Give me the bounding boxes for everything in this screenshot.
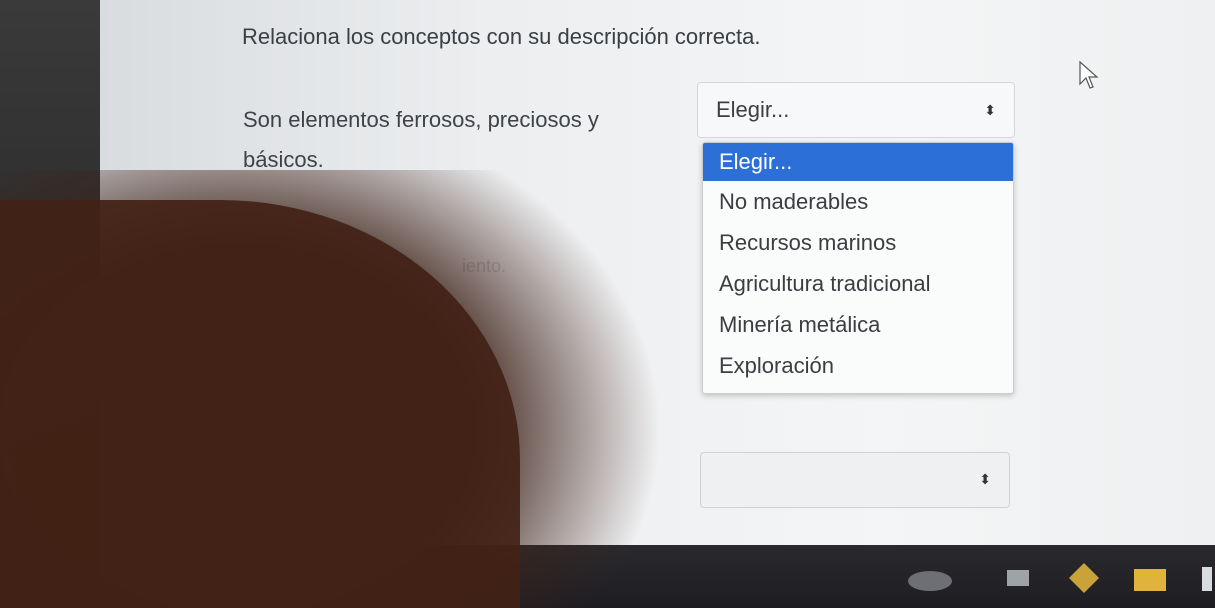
concept-description: Son elementos ferrosos, preciosos y bási…	[243, 107, 599, 172]
select-value: Elegir...	[716, 97, 790, 122]
option-elegir[interactable]: Elegir...	[703, 143, 1013, 181]
answer-select[interactable]: Elegir... ⬍	[697, 82, 1015, 138]
obscured-text: iento.	[462, 256, 507, 276]
window-icon	[1007, 570, 1029, 586]
monitor-bezel	[0, 0, 100, 608]
answer-select-2[interactable]: ⬍	[700, 452, 1010, 508]
mouse-cursor-icon	[1079, 60, 1099, 89]
app-icon	[1202, 567, 1212, 591]
option-no-maderables[interactable]: No maderables	[703, 181, 1013, 222]
select-arrows-icon: ⬍	[979, 471, 991, 487]
select-arrows-icon: ⬍	[984, 102, 996, 118]
dropdown-list: Elegir... No maderables Recursos marinos…	[702, 142, 1014, 394]
option-mineria-metalica[interactable]: Minería metálica	[703, 304, 1013, 345]
question-prompt: Relaciona los conceptos con su descripci…	[242, 24, 761, 49]
quiz-screen: Relaciona los conceptos con su descripci…	[100, 0, 1215, 545]
option-agricultura-tradicional[interactable]: Agricultura tradicional	[703, 263, 1013, 304]
taskbar	[100, 545, 1215, 608]
option-exploracion[interactable]: Exploración	[703, 345, 1013, 386]
diamond-icon	[1069, 563, 1099, 593]
option-recursos-marinos[interactable]: Recursos marinos	[703, 222, 1013, 263]
cloud-icon	[908, 571, 952, 591]
folder-icon	[1134, 569, 1166, 591]
